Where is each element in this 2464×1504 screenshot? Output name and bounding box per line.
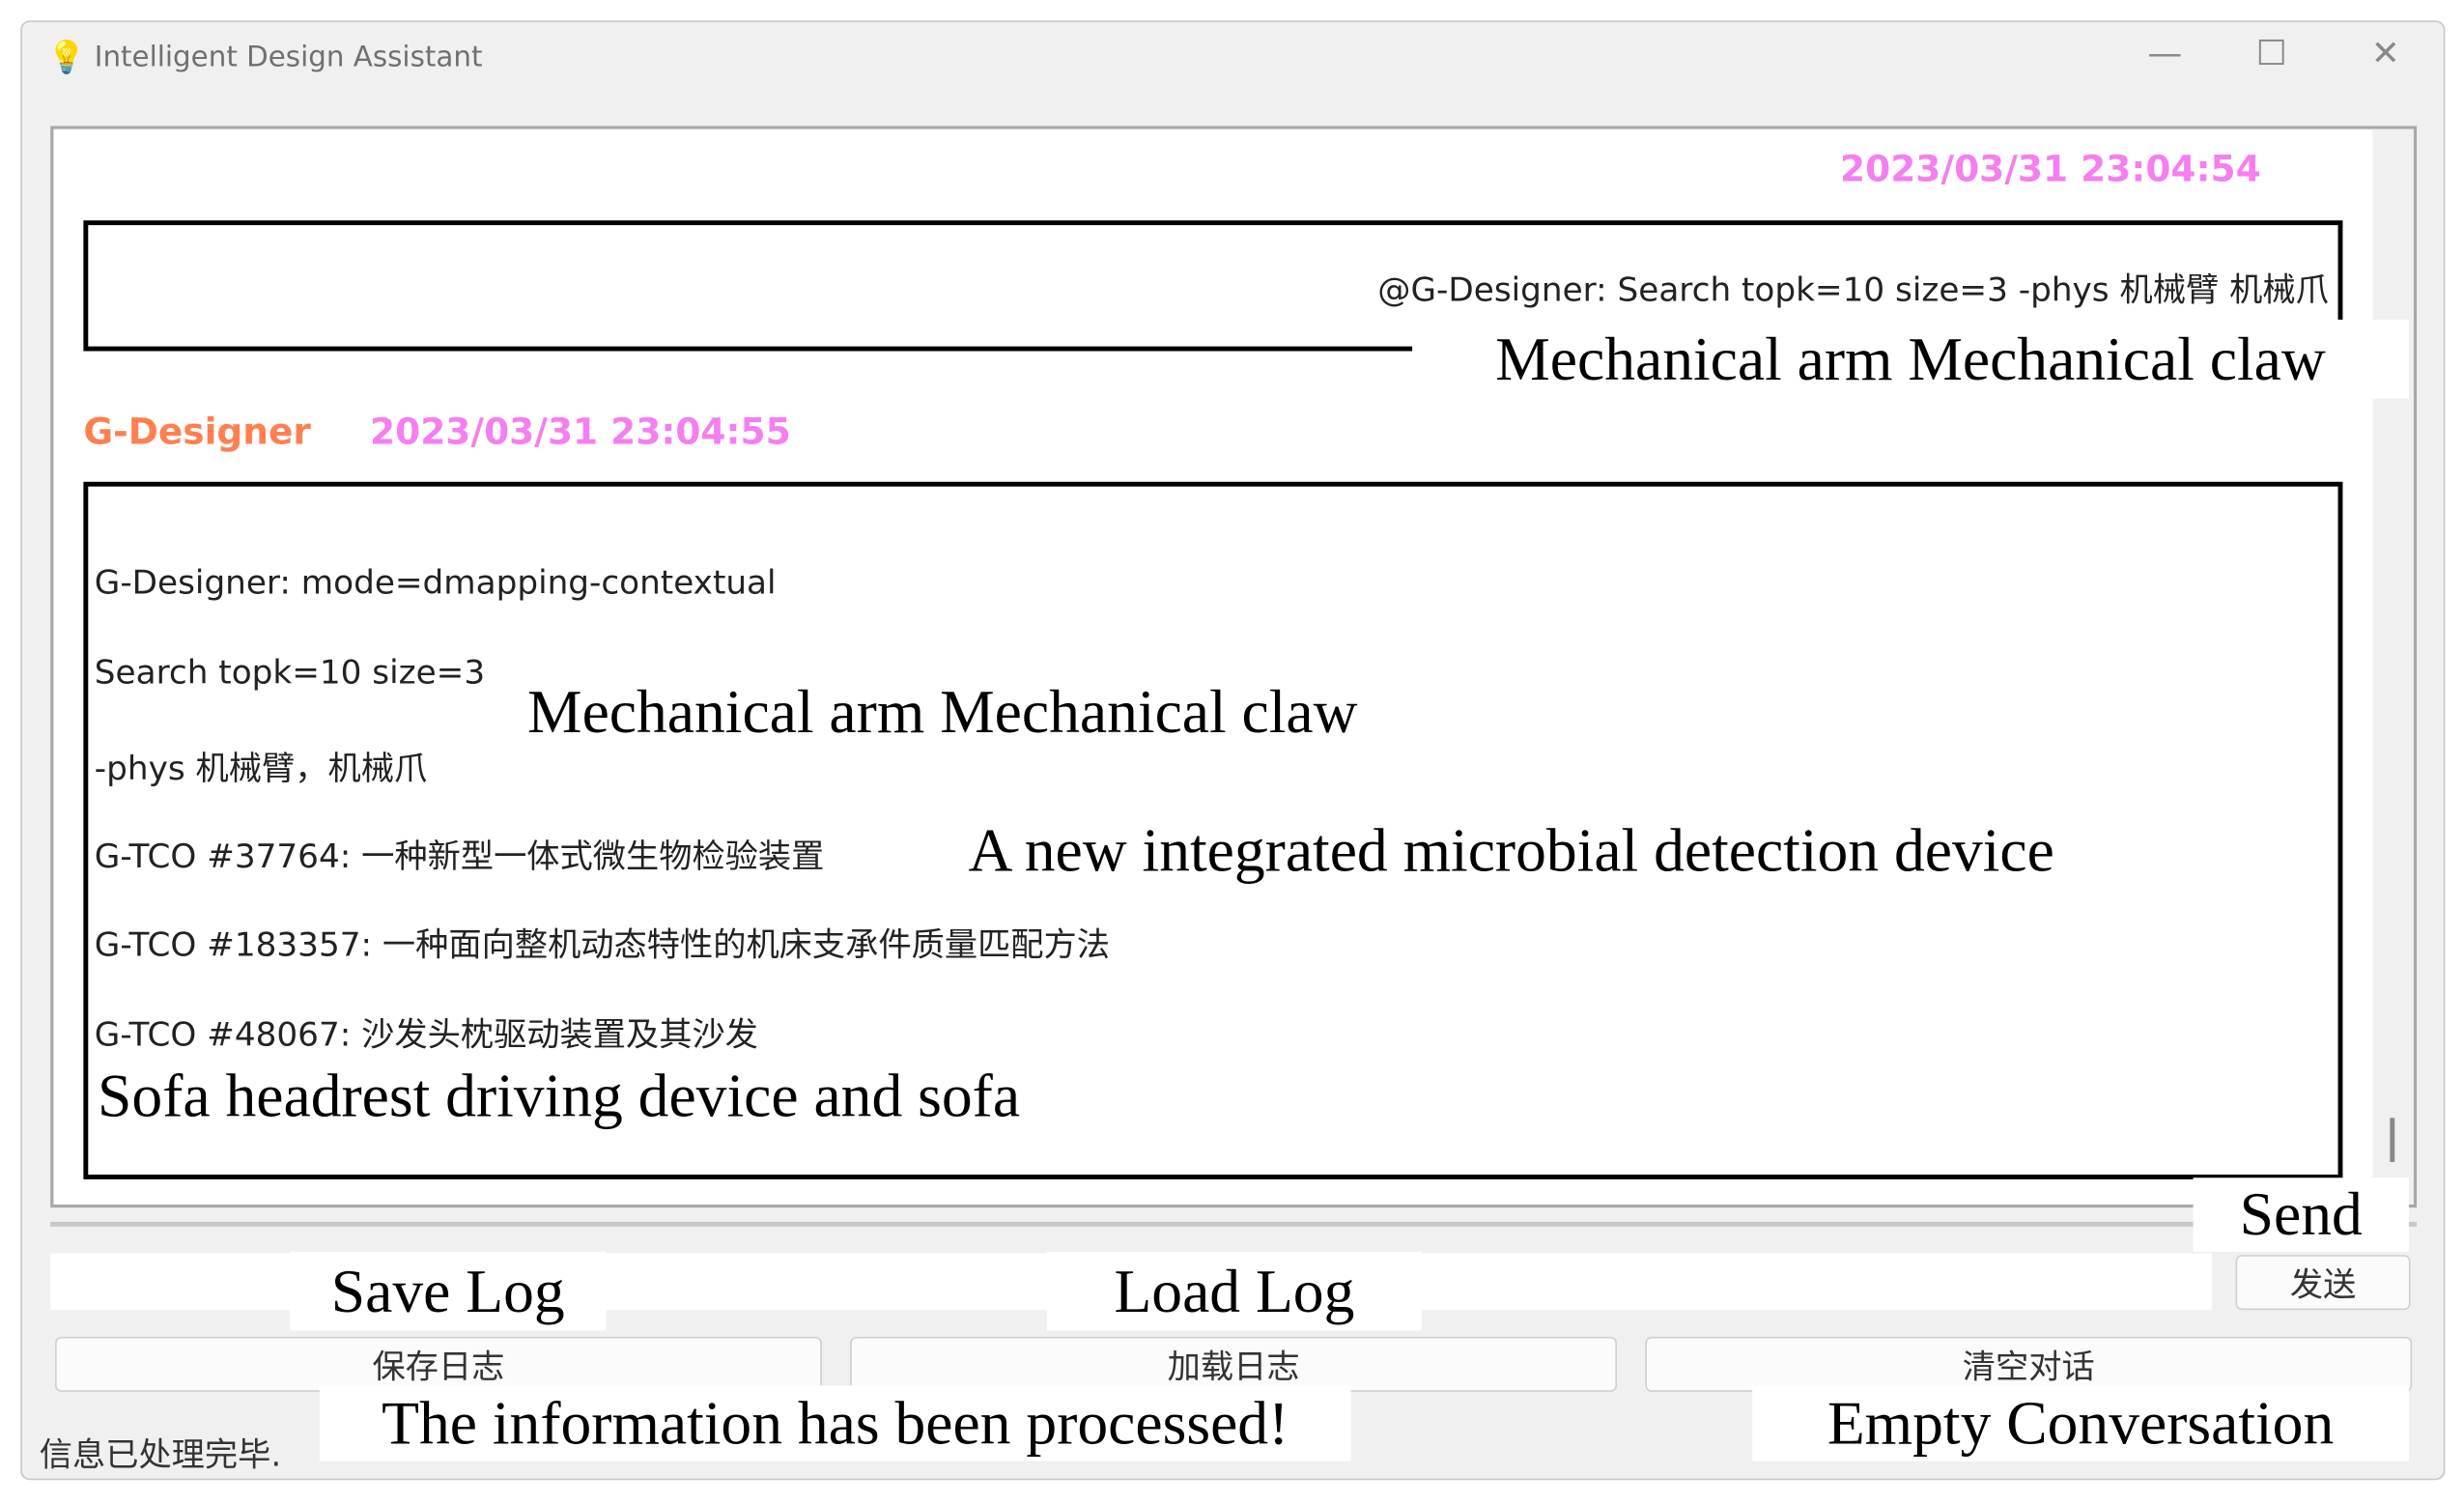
bot-line: Search topk=10 size=3 xyxy=(94,653,486,692)
translation-label: The information has been processed! xyxy=(319,1385,1351,1461)
translation-label: Save Log xyxy=(289,1251,607,1331)
chat-scrollbar[interactable] xyxy=(2372,128,2414,1205)
bot-sender: G-Designer xyxy=(83,412,311,454)
bot-line: G-TCO #183357: 一种面向整机动态特性的机床支承件质量匹配方法 xyxy=(94,925,1110,964)
maximize-button[interactable]: ☐ xyxy=(2256,35,2287,74)
close-button[interactable]: ✕ xyxy=(2371,35,2400,74)
clear-conversation-button[interactable]: 清空对话 xyxy=(1645,1336,2413,1392)
bot-message-timestamp: 2023/03/31 23:04:55 xyxy=(370,412,791,454)
translation-label: Empty Conversation xyxy=(1752,1385,2409,1461)
translation-label: Send xyxy=(2193,1178,2409,1252)
divider xyxy=(50,1221,2418,1227)
bot-line: G-TCO #48067: 沙发头枕驱动装置及其沙发 xyxy=(94,1015,758,1054)
translation-label: Load Log xyxy=(1046,1251,1422,1331)
load-log-button[interactable]: 加载日志 xyxy=(850,1336,1618,1392)
translation-label: Mechanical arm Mechanical claw xyxy=(1412,319,2409,399)
send-button[interactable]: 发送 xyxy=(2235,1255,2411,1311)
translation-label: Mechanical arm Mechanical claw xyxy=(527,677,1358,746)
user-message-text: @G-Designer: Search topk=10 size=3 -phys… xyxy=(1377,270,2329,309)
save-log-button[interactable]: 保存日志 xyxy=(55,1336,822,1392)
status-text: 信息已处理完毕. xyxy=(39,1435,282,1474)
translation-label: A new integrated microbial detection dev… xyxy=(952,812,2134,889)
bot-line: G-TCO #37764: 一种新型一体式微生物检验装置 xyxy=(94,837,825,876)
user-message-timestamp: 2023/03/31 23:04:54 xyxy=(1840,149,2261,191)
translation-label: Sofa headrest driving device and sofa xyxy=(91,1058,1099,1134)
window-title: Intelligent Design Assistant xyxy=(94,41,483,74)
bot-line: G-Designer: mode=dmapping-contextual xyxy=(94,563,777,602)
minimize-button[interactable]: — xyxy=(2147,35,2182,74)
scrollbar-thumb[interactable] xyxy=(2390,1118,2395,1162)
lightbulb-icon: 💡 xyxy=(46,38,87,76)
bot-line: -phys 机械臂，机械爪 xyxy=(94,749,428,787)
